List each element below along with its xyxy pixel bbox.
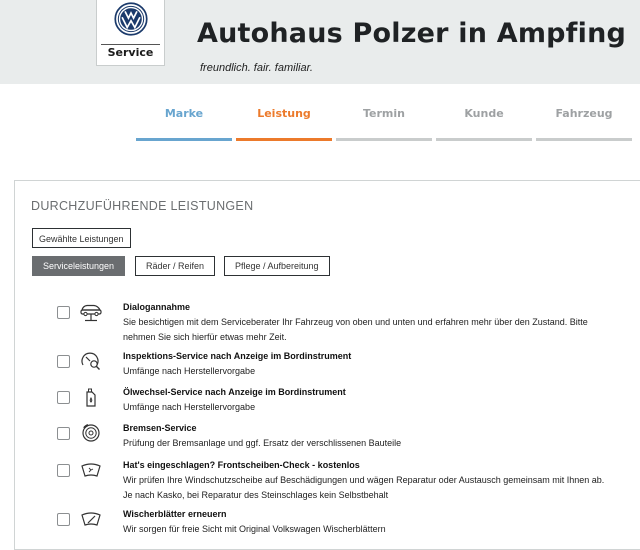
- service-checkbox[interactable]: [57, 306, 70, 319]
- step-progress-bar: [236, 138, 332, 141]
- windshield-icon: [81, 463, 101, 477]
- service-title: Wischerblätter erneuern: [123, 509, 227, 519]
- step-label: Kunde: [464, 107, 504, 120]
- service-description: Umfänge nach Herstellervorgabe: [123, 366, 256, 376]
- tab-serviceleistungen[interactable]: Serviceleistungen: [32, 256, 126, 276]
- car-lift-icon: [80, 304, 102, 322]
- service-title: Dialogannahme: [123, 302, 191, 312]
- wiper-icon: [81, 512, 101, 526]
- oil-can-icon: [86, 388, 96, 407]
- services-panel: DURCHZUFÜHRENDE LEISTUNGEN Gewählte Leis…: [14, 180, 640, 550]
- gauge-search-icon: [81, 352, 100, 370]
- service-title: Bremsen-Service: [123, 423, 197, 433]
- service-description: Wir prüfen Ihre Windschutzscheibe auf Be…: [123, 475, 605, 500]
- step-label: Marke: [164, 107, 204, 120]
- selected-services-button[interactable]: Gewählte Leistungen: [32, 228, 131, 248]
- service-description: Umfänge nach Herstellervorgabe: [123, 402, 256, 412]
- service-checkbox[interactable]: [57, 427, 70, 440]
- service-checkbox[interactable]: [57, 464, 70, 477]
- step-leistung[interactable]: Leistung: [236, 107, 332, 141]
- service-checkbox[interactable]: [57, 355, 70, 368]
- service-title: Inspektions-Service nach Anzeige im Bord…: [123, 351, 352, 361]
- step-termin[interactable]: Termin: [336, 107, 432, 141]
- step-progress-bar: [536, 138, 632, 141]
- service-checkbox[interactable]: [57, 391, 70, 404]
- dealer-tagline: freundlich. fair. familiar.: [200, 62, 313, 74]
- step-kunde[interactable]: Kunde: [436, 107, 532, 141]
- tab-pflege-aufbereitung[interactable]: Pflege / Aufbereitung: [224, 256, 330, 276]
- step-fahrzeug[interactable]: Fahrzeug: [536, 107, 632, 141]
- step-label: Termin: [363, 107, 405, 120]
- service-description: Wir sorgen für freie Sicht mit Original …: [123, 524, 386, 534]
- service-description: Prüfung der Bremsanlage und ggf. Ersatz …: [123, 438, 402, 448]
- step-progress-bar: [336, 138, 432, 141]
- step-marke[interactable]: Marke: [136, 107, 232, 141]
- service-description: Sie besichtigen mit dem Serviceberater I…: [123, 317, 588, 342]
- dealer-title: Autohaus Polzer in Ampfing: [197, 18, 627, 49]
- service-checkbox[interactable]: [57, 513, 70, 526]
- step-label: Fahrzeug: [555, 107, 613, 120]
- step-progress-bar: [136, 138, 232, 141]
- tab-raeder-reifen[interactable]: Räder / Reifen: [135, 256, 216, 276]
- vw-service-logo[interactable]: Service: [96, 0, 165, 66]
- booking-steps: Marke Leistung Termin Kunde Fahrzeug: [136, 107, 640, 141]
- service-title: Hat's eingeschlagen? Frontscheiben-Check…: [123, 460, 360, 470]
- step-label: Leistung: [257, 107, 311, 120]
- panel-title: DURCHZUFÜHRENDE LEISTUNGEN: [31, 199, 254, 213]
- service-title: Ölwechsel-Service nach Anzeige im Bordin…: [123, 387, 346, 397]
- step-progress-bar: [436, 138, 532, 141]
- logo-label: Service: [107, 46, 154, 59]
- site-header: Service Autohaus Polzer in Ampfing freun…: [0, 0, 640, 84]
- brake-disc-icon: [82, 424, 100, 442]
- logo-divider: [101, 44, 160, 45]
- vw-logo-icon: [114, 2, 148, 36]
